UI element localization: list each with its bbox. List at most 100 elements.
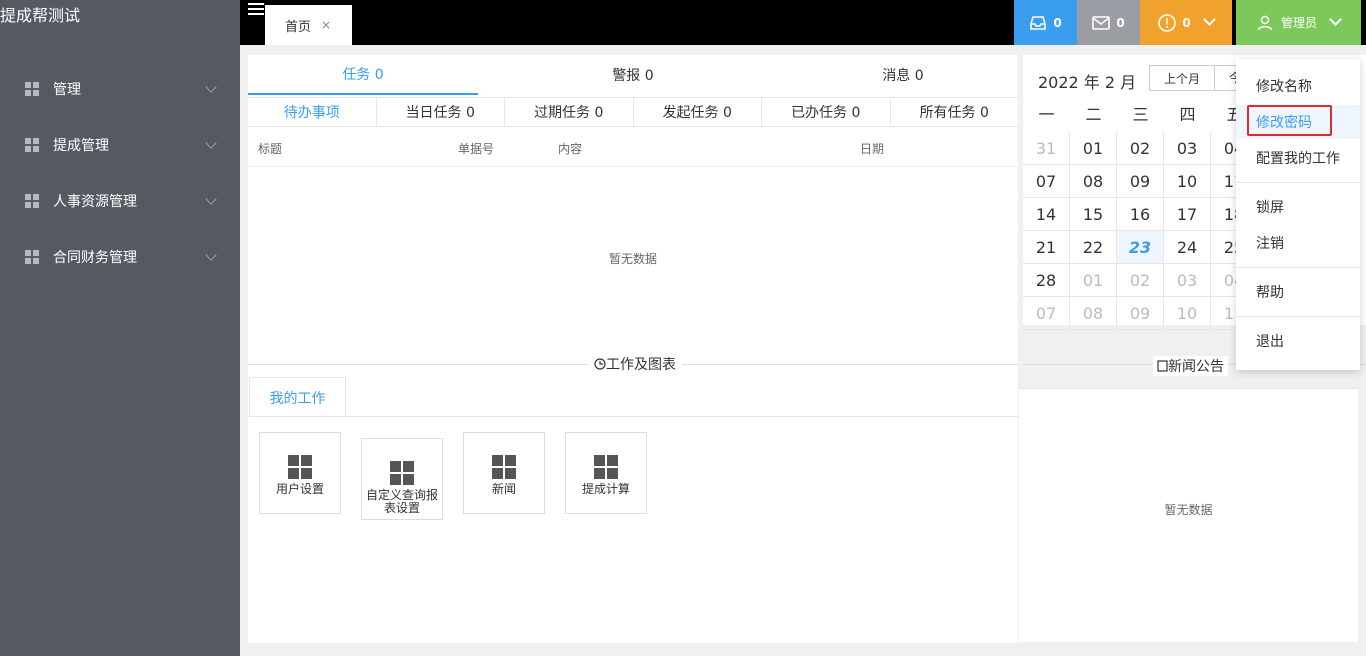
chevron-down-icon xyxy=(205,249,217,261)
column-header-doc-no: 单据号 xyxy=(458,142,495,156)
clock-icon xyxy=(594,358,606,370)
close-icon[interactable]: × xyxy=(321,18,331,32)
menu-divider xyxy=(1236,182,1360,183)
grid-icon xyxy=(288,455,312,479)
shortcut-label: 新闻 xyxy=(491,482,516,496)
sidebar-item-hr[interactable]: 人事资源管理 xyxy=(0,173,240,229)
menu-item-exit[interactable]: 退出 xyxy=(1236,324,1360,358)
calendar-day[interactable]: 09 xyxy=(1117,297,1164,330)
grid-icon xyxy=(25,194,39,208)
chevron-down-icon xyxy=(205,137,217,149)
subtab-initiated[interactable]: 发起任务 0 xyxy=(634,98,762,126)
calendar-day[interactable]: 24 xyxy=(1164,231,1211,264)
calendar-day[interactable]: 03 xyxy=(1164,132,1211,165)
calendar-weekday: 四 xyxy=(1179,105,1196,124)
alert-count: 0 xyxy=(1182,15,1191,30)
chevron-down-icon xyxy=(1329,13,1342,26)
calendar-day[interactable]: 09 xyxy=(1117,165,1164,198)
empty-state-text: 暂无数据 xyxy=(608,252,657,266)
menu-divider xyxy=(1236,316,1360,317)
menu-item-logout[interactable]: 注销 xyxy=(1236,226,1360,260)
calendar-day[interactable]: 10 xyxy=(1164,297,1211,330)
calendar-day[interactable]: 21 xyxy=(1023,231,1070,264)
chevron-down-icon xyxy=(1202,13,1216,26)
calendar-day[interactable]: 01 xyxy=(1070,132,1117,165)
calendar-day[interactable]: 16 xyxy=(1117,198,1164,231)
tab-tasks[interactable]: 任务 0 xyxy=(248,55,478,95)
subtab-all[interactable]: 所有任务 0 xyxy=(891,98,1019,126)
shortcut-commission-calc[interactable]: 提成计算 xyxy=(565,432,647,514)
tab-alerts[interactable]: 警报 0 xyxy=(518,55,748,95)
shortcut-news[interactable]: 新闻 xyxy=(463,432,545,514)
column-header-title: 标题 xyxy=(258,142,283,156)
menu-divider xyxy=(1236,267,1360,268)
inbox-button[interactable]: 0 xyxy=(1014,0,1077,45)
alert-icon xyxy=(1158,13,1177,32)
prev-month-button[interactable]: 上个月 xyxy=(1149,65,1215,91)
grid-icon xyxy=(25,138,39,152)
calendar-title: 2022 年 2 月 xyxy=(1038,73,1137,92)
calendar-weekday: 一 xyxy=(1038,105,1055,124)
grid-icon xyxy=(390,461,414,485)
subtab-today[interactable]: 当日任务 0 xyxy=(377,98,505,126)
inbox-icon xyxy=(1030,15,1047,30)
section-title-news: 新闻公告 xyxy=(1168,359,1224,375)
calendar-day[interactable]: 02 xyxy=(1117,264,1164,297)
chevron-down-icon xyxy=(205,81,217,93)
sidebar-item-management[interactable]: 管理 xyxy=(0,61,240,117)
subtab-overdue[interactable]: 过期任务 0 xyxy=(505,98,634,126)
calendar-day[interactable]: 31 xyxy=(1023,132,1070,165)
user-name: 管理员 xyxy=(1280,16,1317,30)
subtab-todo[interactable]: 待办事项 xyxy=(248,98,377,126)
tab-label: 首页 xyxy=(285,19,312,35)
calendar-day[interactable]: 03 xyxy=(1164,264,1211,297)
calendar-day[interactable]: 07 xyxy=(1023,297,1070,330)
sidebar-item-label: 管理 xyxy=(53,82,81,98)
calendar-day[interactable]: 17 xyxy=(1164,198,1211,231)
user-menu-button[interactable]: 管理员 xyxy=(1236,0,1361,45)
shortcut-user-settings[interactable]: 用户设置 xyxy=(259,432,341,514)
mail-count: 0 xyxy=(1116,15,1125,30)
section-divider-work: 工作及图表 xyxy=(248,350,1018,378)
calendar-day[interactable]: 08 xyxy=(1070,297,1117,330)
alert-button[interactable]: 0 xyxy=(1140,0,1232,45)
calendar-day[interactable]: 07 xyxy=(1023,165,1070,198)
section-title-work: 工作及图表 xyxy=(606,357,676,373)
grid-icon xyxy=(594,455,618,479)
shortcut-custom-report[interactable]: 自定义查询报表设置 xyxy=(361,438,443,520)
calendar-day[interactable]: 23 xyxy=(1117,231,1164,264)
calendar-weekday: 二 xyxy=(1085,105,1102,124)
menu-item-configure-work[interactable]: 配置我的工作 xyxy=(1236,141,1360,175)
news-panel: 暂无数据 xyxy=(1019,388,1358,642)
grid-icon xyxy=(492,455,516,479)
chevron-down-icon xyxy=(205,193,217,205)
calendar-day[interactable]: 01 xyxy=(1070,264,1117,297)
subtab-done[interactable]: 已办任务 0 xyxy=(762,98,891,126)
shortcut-label: 自定义查询报表设置 xyxy=(366,488,439,515)
calendar-day[interactable]: 10 xyxy=(1164,165,1211,198)
topbar: 首页 × 0 0 0 管理员 xyxy=(240,0,1366,45)
sidebar-item-contract-finance[interactable]: 合同财务管理 xyxy=(0,229,240,285)
sidebar-item-label: 提成管理 xyxy=(53,138,109,154)
menu-item-rename[interactable]: 修改名称 xyxy=(1236,69,1360,103)
calendar-day[interactable]: 15 xyxy=(1070,198,1117,231)
tab-home[interactable]: 首页 × xyxy=(265,5,352,45)
tab-my-work[interactable]: 我的工作 xyxy=(249,377,346,417)
calendar-day[interactable]: 08 xyxy=(1070,165,1117,198)
hamburger-menu-icon[interactable] xyxy=(248,3,264,15)
menu-item-help[interactable]: 帮助 xyxy=(1236,275,1360,309)
shortcut-label: 提成计算 xyxy=(581,482,630,496)
mail-button[interactable]: 0 xyxy=(1077,0,1140,45)
calendar-day[interactable]: 02 xyxy=(1117,132,1164,165)
calendar-day[interactable]: 14 xyxy=(1023,198,1070,231)
sidebar-item-commission[interactable]: 提成管理 xyxy=(0,117,240,173)
sidebar: 提成帮测试 管理 提成管理 人事资源管理 合同财务管理 xyxy=(0,0,240,656)
calendar-day[interactable]: 22 xyxy=(1070,231,1117,264)
sidebar-item-label: 合同财务管理 xyxy=(53,250,137,266)
menu-item-lock-screen[interactable]: 锁屏 xyxy=(1236,190,1360,224)
tab-messages[interactable]: 消息 0 xyxy=(788,55,1018,95)
column-header-date: 日期 xyxy=(860,142,885,156)
sidebar-item-label: 人事资源管理 xyxy=(53,194,137,210)
calendar-day[interactable]: 28 xyxy=(1023,264,1070,297)
shortcut-label: 用户设置 xyxy=(275,482,324,496)
